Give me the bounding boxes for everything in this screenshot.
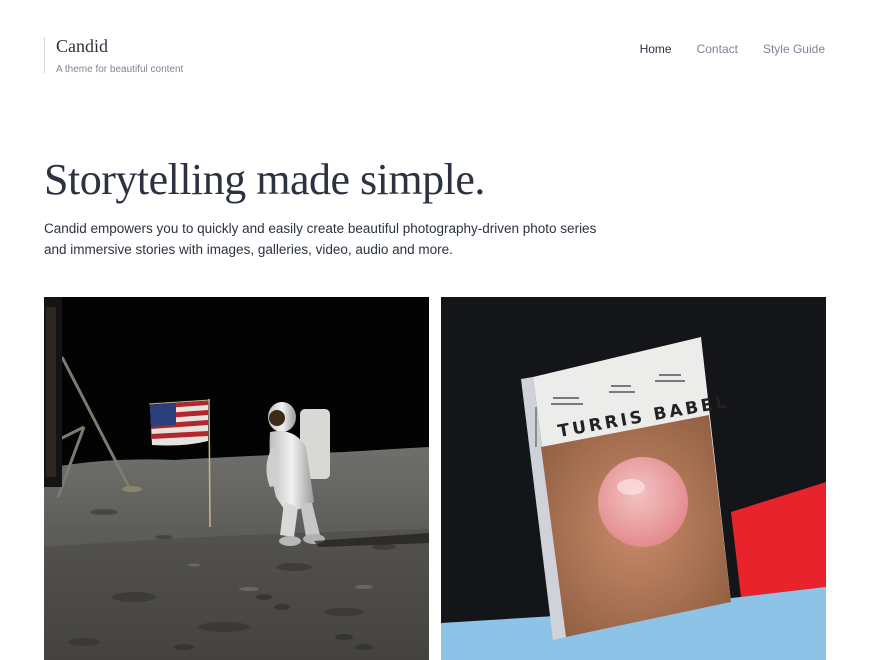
page-intro: Candid empowers you to quickly and easil…: [44, 221, 597, 257]
nav-item-contact[interactable]: Contact: [697, 42, 738, 56]
site-header: Candid A theme for beautiful content Hom…: [0, 0, 880, 110]
nav-item-style-guide[interactable]: Style Guide: [763, 42, 825, 56]
main-navigation: Home Contact Style Guide: [640, 42, 825, 56]
astronaut-moon-photo[interactable]: [44, 297, 429, 660]
magazine-image: TURRIS BABEL: [441, 297, 826, 660]
magazine-photo[interactable]: TURRIS BABEL: [441, 297, 826, 660]
page-title: Storytelling made simple.: [44, 155, 485, 204]
site-branding: Candid A theme for beautiful content: [44, 37, 184, 75]
site-title-link[interactable]: Candid: [56, 37, 183, 55]
astronaut-moon-image: [44, 297, 429, 660]
site-tagline: A theme for beautiful content: [56, 64, 184, 75]
photo-gallery: TURRIS BABEL: [44, 297, 826, 660]
nav-item-home[interactable]: Home: [640, 42, 672, 56]
